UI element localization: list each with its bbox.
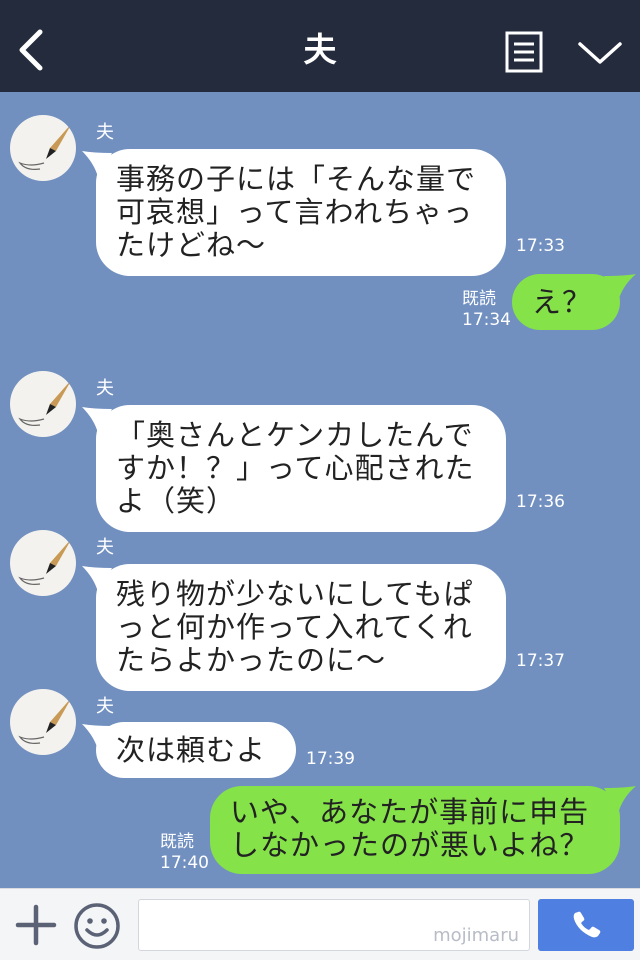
phone-icon bbox=[573, 911, 601, 938]
smile-icon bbox=[74, 903, 120, 949]
message-text: っと何か作って入れてくれ bbox=[116, 610, 473, 644]
message-text: 残り物が少ないにしてもぱ bbox=[116, 577, 474, 611]
read-label: 既読 bbox=[160, 832, 194, 852]
read-label: 既読 bbox=[462, 289, 496, 309]
collapse-button[interactable] bbox=[576, 36, 624, 70]
message-text: たらよかったのに〜 bbox=[116, 643, 387, 677]
read-receipt: 既読 17:34 bbox=[462, 289, 511, 331]
bubble-tail bbox=[82, 724, 112, 750]
message-text: よ（笑） bbox=[116, 484, 237, 518]
bubble-tail bbox=[82, 151, 112, 177]
fountain-pen-icon bbox=[18, 697, 72, 744]
avatar[interactable] bbox=[10, 689, 76, 755]
bubble-tail bbox=[604, 786, 636, 814]
chat-header: 夫 bbox=[0, 0, 640, 92]
message-time: 17:37 bbox=[516, 651, 565, 671]
message-text: え？ bbox=[532, 285, 593, 319]
message-text: 可哀想」って言われちゃっ bbox=[116, 195, 474, 229]
avatar[interactable] bbox=[10, 371, 76, 437]
emoji-button[interactable] bbox=[72, 901, 122, 951]
sender-name: 夫 bbox=[96, 696, 114, 717]
message-text: 次は頼むよ bbox=[116, 733, 267, 767]
message-time: 17:34 bbox=[462, 310, 511, 330]
input-bar: mojimaru bbox=[0, 888, 640, 960]
plus-icon bbox=[15, 904, 57, 946]
list-icon bbox=[505, 31, 543, 73]
message-bubble-incoming[interactable]: 次は頼むよ bbox=[82, 722, 296, 778]
chat-area[interactable]: 夫 事務の子には「そんな量で 可哀想」って言われちゃっ たけどね〜 17:33 … bbox=[0, 92, 640, 888]
message-bubble-incoming[interactable]: 事務の子には「そんな量で 可哀想」って言われちゃっ たけどね〜 bbox=[82, 149, 506, 276]
sender-name: 夫 bbox=[96, 122, 114, 143]
sender-name: 夫 bbox=[96, 537, 114, 558]
call-button[interactable] bbox=[538, 899, 634, 951]
sender-name: 夫 bbox=[96, 378, 114, 399]
message-text: 「奥さんとケンカしたんで bbox=[116, 418, 474, 452]
message-text: いや、あなたが事前に申告 bbox=[230, 795, 590, 829]
message-text: すか！？」って心配された bbox=[116, 451, 475, 485]
message-time: 17:33 bbox=[516, 236, 565, 256]
message-bubble-incoming[interactable]: 「奥さんとケンカしたんで すか！？」って心配された よ（笑） bbox=[82, 405, 506, 532]
message-time: 17:39 bbox=[306, 749, 355, 769]
fountain-pen-icon bbox=[18, 538, 72, 585]
chat-title: 夫 bbox=[303, 30, 337, 69]
read-receipt: 既読 17:40 bbox=[160, 832, 209, 874]
chevron-down-icon bbox=[578, 42, 622, 64]
message-text: しなかったのが悪いよね？ bbox=[230, 828, 590, 862]
message-time: 17:36 bbox=[516, 492, 565, 512]
avatar[interactable] bbox=[10, 115, 76, 181]
watermark-text: mojimaru bbox=[433, 925, 519, 946]
message-bubble-outgoing[interactable]: いや、あなたが事前に申告 しなかったのが悪いよね？ bbox=[210, 786, 636, 874]
bubble-tail bbox=[604, 274, 636, 302]
message-text: たけどね〜 bbox=[116, 228, 267, 262]
bubble-tail bbox=[82, 566, 112, 592]
add-button[interactable] bbox=[14, 901, 58, 949]
fountain-pen-icon bbox=[18, 123, 72, 170]
fountain-pen-icon bbox=[18, 379, 72, 426]
message-text: 事務の子には「そんな量で bbox=[116, 162, 477, 196]
message-bubble-incoming[interactable]: 残り物が少ないにしてもぱ っと何か作って入れてくれ たらよかったのに〜 bbox=[82, 564, 506, 691]
message-bubble-outgoing[interactable]: え？ bbox=[512, 274, 636, 330]
menu-button[interactable] bbox=[505, 31, 543, 73]
message-time: 17:40 bbox=[160, 853, 209, 873]
message-input[interactable]: mojimaru bbox=[138, 899, 530, 951]
bubble-tail bbox=[82, 407, 112, 433]
avatar[interactable] bbox=[10, 530, 76, 596]
